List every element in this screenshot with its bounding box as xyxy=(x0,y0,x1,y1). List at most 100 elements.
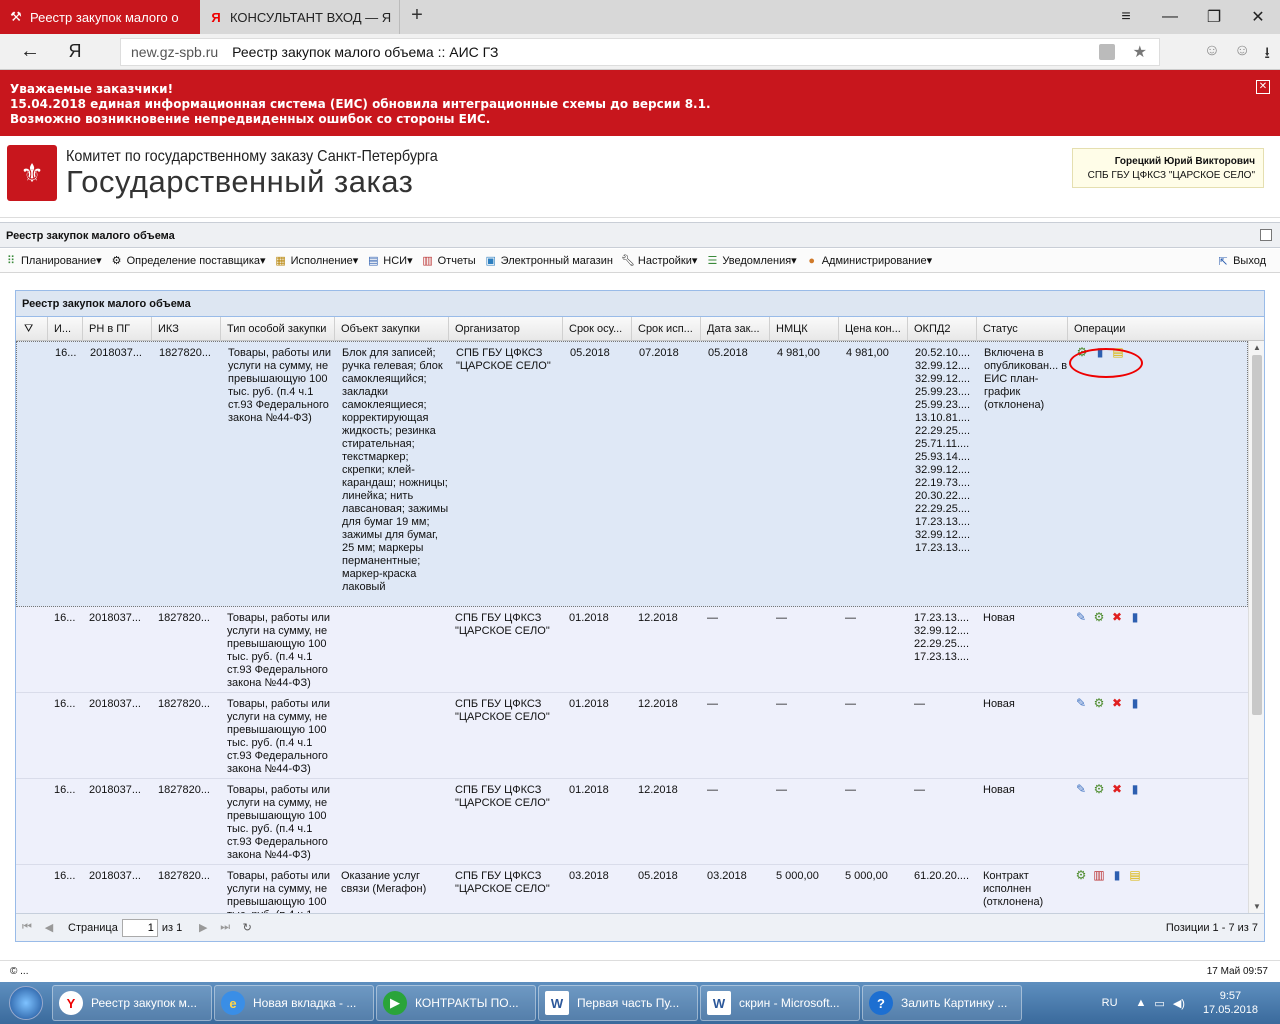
document-icon[interactable]: ▥ xyxy=(1092,868,1106,882)
new-tab-button[interactable]: + xyxy=(404,4,430,27)
extension-icon[interactable]: ☺ xyxy=(1204,42,1220,69)
star-icon[interactable]: ★ xyxy=(1133,42,1147,62)
notice-close-icon[interactable]: ✕ xyxy=(1256,80,1270,94)
table-row[interactable]: 16... 2018037... 1827820... Товары, работы … xyxy=(16,865,1248,913)
close-icon[interactable]: ✕ xyxy=(1236,0,1280,34)
menu-icon[interactable]: ≡ xyxy=(1104,0,1148,34)
gear-icon[interactable]: ⚙ xyxy=(1092,696,1106,710)
cell-okpd: — xyxy=(914,784,925,796)
exit-button[interactable]: ⇱ Выход xyxy=(1216,254,1266,268)
cell-okpd: 17.23.13.... 32.99.12.... 22.29.25.... 1… xyxy=(914,612,970,663)
menu-reports[interactable]: ▥ Отчеты xyxy=(421,254,475,268)
back-arrow-icon[interactable]: ← xyxy=(0,40,60,63)
menu-e-shop[interactable]: ▣ Электронный магазин xyxy=(484,254,612,268)
cell-rn: 2018037... xyxy=(89,612,141,624)
column-header[interactable]: Статус xyxy=(977,317,1068,341)
column-header[interactable]: И... xyxy=(48,317,83,341)
restore-icon[interactable]: ❐ xyxy=(1192,0,1236,34)
column-header[interactable]: Операции xyxy=(1068,317,1264,341)
tray-clock[interactable]: 9:57 17.05.2018 xyxy=(1203,989,1258,1017)
yandex-favicon-icon: Я xyxy=(211,9,221,25)
grid-scrollbar[interactable]: ▲ ▼ xyxy=(1248,341,1264,913)
language-indicator[interactable]: RU xyxy=(1102,997,1118,1009)
cell-rn: 2018037... xyxy=(90,347,142,359)
chart-icon[interactable]: ▮ xyxy=(1128,610,1142,624)
taskbar-item[interactable]: ? Залить Картинку ... xyxy=(862,985,1022,1021)
edit-icon[interactable]: ✎ xyxy=(1074,610,1088,624)
column-header[interactable]: Срок осу... xyxy=(563,317,632,341)
minimize-icon[interactable]: — xyxy=(1148,0,1192,34)
column-header[interactable]: Тип особой закупки xyxy=(221,317,335,341)
gear-icon[interactable]: ⚙ xyxy=(1074,868,1088,882)
column-header[interactable]: РН в ПГ xyxy=(83,317,152,341)
filter-icon[interactable]: ⛛ xyxy=(16,317,48,341)
table-row[interactable]: 16... 2018037... 1827820... Товары, работы … xyxy=(16,607,1248,693)
url-field[interactable]: new.gz-spb.ru Реестр закупок малого объе… xyxy=(120,38,1160,66)
last-page-icon[interactable]: ⏭ xyxy=(214,921,236,934)
gear-icon[interactable]: ⚙ xyxy=(1092,782,1106,796)
page-number-input[interactable] xyxy=(121,918,158,937)
gear-icon[interactable]: ⚙ xyxy=(1092,610,1106,624)
table-row[interactable]: 16... 2018037... 1827820... Товары, работы … xyxy=(16,779,1248,865)
site-title: Государственный заказ xyxy=(66,164,414,199)
menu-settings[interactable]: 🔧︎ Настройки ▾ xyxy=(621,254,697,268)
procurement-grid: Реестр закупок малого объема ⛛ И... РН в… xyxy=(15,290,1265,942)
chart-icon[interactable]: ▮ xyxy=(1128,696,1142,710)
lock-icon[interactable] xyxy=(1099,44,1115,60)
download-icon[interactable]: ⭳ xyxy=(1264,42,1270,69)
extension-icon[interactable]: ☺ xyxy=(1234,42,1250,69)
menu-supplier[interactable]: ⚙ Определение поставщика ▾ xyxy=(110,254,266,268)
chart-icon[interactable]: ▮ xyxy=(1128,782,1142,796)
cell-object: Блок для записей; ручка гелевая; блок са… xyxy=(342,347,449,593)
column-header[interactable]: Дата зак... xyxy=(701,317,770,341)
delete-icon[interactable]: ✖ xyxy=(1110,610,1124,624)
refresh-icon[interactable]: ↻ xyxy=(236,921,258,934)
grid-title: Реестр закупок малого объема xyxy=(16,291,1264,317)
prev-page-icon[interactable]: ◀ xyxy=(38,921,60,934)
delete-icon[interactable]: ✖ xyxy=(1110,696,1124,710)
taskbar-item[interactable]: e Новая вкладка - ... xyxy=(214,985,374,1021)
collapse-panel-icon[interactable] xyxy=(1260,229,1272,241)
browser-tab-konsultant[interactable]: Я КОНСУЛЬТАНТ ВХОД — Ян xyxy=(200,0,400,34)
menu-administration[interactable]: ● Администрирование ▾ xyxy=(805,254,932,268)
edit-icon[interactable]: ✎ xyxy=(1074,696,1088,710)
column-header[interactable]: ОКПД2 xyxy=(908,317,977,341)
cell-date: — xyxy=(707,784,718,796)
menu-execution[interactable]: ▦ Исполнение ▾ xyxy=(274,254,358,268)
user-name: Горецкий Юрий Викторович xyxy=(1114,156,1255,167)
scroll-thumb[interactable] xyxy=(1252,355,1262,715)
next-page-icon[interactable]: ▶ xyxy=(192,921,214,934)
network-icon[interactable]: ▭ xyxy=(1154,997,1164,1010)
execution-icon: ▦ xyxy=(275,255,286,267)
chart-icon[interactable]: ▮ xyxy=(1110,868,1124,882)
first-page-icon[interactable]: ⏮ xyxy=(16,921,38,934)
yandex-logo-icon[interactable]: Я xyxy=(60,41,90,62)
menu-nsi[interactable]: ▤ НСИ ▾ xyxy=(366,254,413,268)
start-button[interactable] xyxy=(0,982,52,1024)
menu-notifications[interactable]: ☰ Уведомления ▾ xyxy=(705,254,796,268)
column-header[interactable]: НМЦК xyxy=(770,317,839,341)
address-bar: ← Я new.gz-spb.ru Реестр закупок малого … xyxy=(0,34,1280,70)
taskbar-item[interactable]: Y Реестр закупок м... xyxy=(52,985,212,1021)
column-header[interactable]: Срок исп... xyxy=(632,317,701,341)
column-header[interactable]: Цена кон... xyxy=(839,317,908,341)
delete-icon[interactable]: ✖ xyxy=(1110,782,1124,796)
cell-date: — xyxy=(707,612,718,624)
column-header[interactable]: Объект закупки xyxy=(335,317,449,341)
browser-tab-active[interactable]: ⚒ Реестр закупок малого о xyxy=(0,0,200,34)
scroll-up-icon[interactable]: ▲ xyxy=(1253,343,1261,352)
column-header[interactable]: Организатор xyxy=(449,317,563,341)
tray-arrow-icon[interactable]: ▲ xyxy=(1136,997,1147,1009)
table-row[interactable]: 16... 2018037... 1827820... Товары, работы … xyxy=(16,693,1248,779)
note-icon[interactable]: ▤ xyxy=(1128,868,1142,882)
table-row[interactable]: 16... 2018037... 1827820... Товары, работы … xyxy=(16,341,1248,607)
cell-okpd: 20.52.10.... 32.99.12.... 32.99.12.... 2… xyxy=(915,347,971,554)
taskbar-item[interactable]: W Первая часть Пу... xyxy=(538,985,698,1021)
taskbar-item[interactable]: Wскрин - Microsoft... xyxy=(700,985,860,1021)
menu-planning[interactable]: ⠿ Планирование ▾ xyxy=(4,254,102,268)
column-header[interactable]: ИКЗ xyxy=(152,317,221,341)
edit-icon[interactable]: ✎ xyxy=(1074,782,1088,796)
scroll-down-icon[interactable]: ▼ xyxy=(1253,902,1261,911)
taskbar-item[interactable]: ▶ КОНТРАКТЫ ПО... xyxy=(376,985,536,1021)
volume-icon[interactable]: ◀) xyxy=(1173,997,1185,1010)
